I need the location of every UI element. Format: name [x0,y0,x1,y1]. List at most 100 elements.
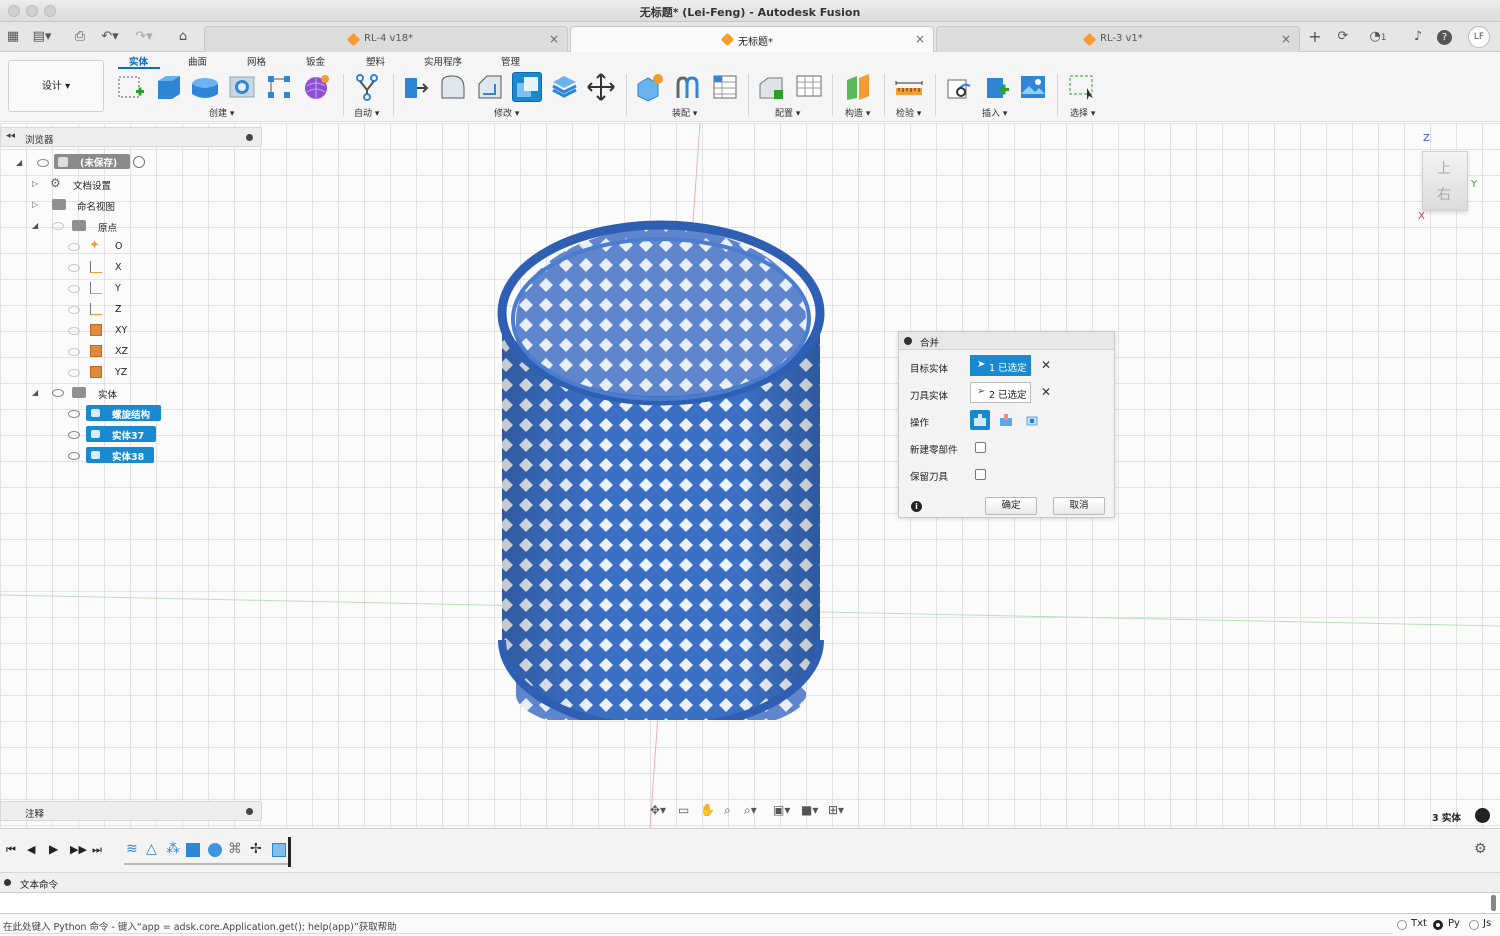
insert-derive-icon[interactable] [944,72,974,102]
pattern-feature-icon[interactable]: ⁂ [166,841,180,857]
tree-item-xz-plane[interactable]: XZ [64,343,154,361]
expand-arrow-icon[interactable]: ▷ [32,200,38,209]
cylinder-feature-icon[interactable] [208,843,222,857]
tab-sheet-metal[interactable]: 钣金 [306,54,325,68]
body-feature-icon[interactable] [186,843,200,857]
panel-options-icon[interactable] [246,134,253,141]
coil-feature-icon[interactable]: △ [146,841,157,857]
automate-icon[interactable] [352,72,382,102]
lattice-cylinder-model[interactable] [496,215,826,720]
move-body-feature-icon[interactable]: ✢ [250,841,262,857]
mode-radio-js[interactable] [1469,920,1479,930]
hole-icon[interactable] [227,72,257,102]
tab-rl3[interactable]: RL-3 v1* × [936,26,1300,52]
visibility-eye-icon[interactable] [68,452,80,460]
tab-solid[interactable]: 实体 [129,54,148,68]
zoom-icon[interactable]: ⌕ [724,803,731,818]
joint-icon[interactable] [672,72,702,102]
move-copy-icon[interactable] [586,72,616,102]
pan-hand-icon[interactable]: ✋ [700,803,715,817]
combine-icon[interactable] [512,72,542,102]
activate-radio-icon[interactable] [133,156,145,168]
hidden-eye-icon[interactable] [52,222,64,230]
tree-item-doc-settings[interactable]: ▷ ⚙ 文档设置 [32,175,172,193]
expand-arrow-icon[interactable]: ◢ [32,221,38,230]
create-form-icon[interactable] [301,72,331,102]
rectangular-pattern-icon[interactable] [264,72,294,102]
mode-radio-txt[interactable] [1397,920,1407,930]
automate-group-label[interactable]: 自动 ▾ [354,106,379,119]
tree-item-named-views[interactable]: ▷ 命名视图 [32,196,172,214]
sketch-feature-icon[interactable]: ≋ [126,841,138,857]
hidden-eye-icon[interactable] [68,243,80,251]
window-select-icon[interactable] [1067,72,1097,102]
save-icon[interactable]: ⎙ [70,28,90,46]
tool-body-selector[interactable]: ➢ 2 已选定 [970,382,1031,403]
close-tab-icon[interactable]: × [549,32,559,46]
timeline-settings-gear-icon[interactable]: ⚙ [1474,841,1487,857]
cancel-button[interactable]: 取消 [1053,497,1105,515]
undo-icon[interactable]: ↶▾ [100,28,120,46]
chamfer-icon[interactable] [475,72,505,102]
intersect-operation-icon[interactable] [1022,410,1042,430]
refresh-icon[interactable]: ⟳ [1333,28,1353,46]
tab-utilities[interactable]: 实用程序 [424,54,462,68]
tree-item-body37[interactable]: 实体37 [64,426,164,444]
visibility-eye-icon[interactable] [68,410,80,418]
collapse-dialog-icon[interactable] [904,337,912,345]
create-group-label[interactable]: 创建 ▾ [209,106,234,119]
scrollbar[interactable] [1491,895,1496,911]
app-grid-icon[interactable]: ▦ [3,28,23,46]
text-commands-header[interactable]: 文本命令 [0,872,1500,892]
hidden-eye-icon[interactable] [68,264,80,272]
home-icon[interactable]: ⌂ [173,28,193,46]
new-component-checkbox[interactable] [975,442,986,453]
tab-surface[interactable]: 曲面 [188,54,207,68]
info-icon[interactable]: i [911,501,922,512]
tree-item-bodies[interactable]: ◢ 实体 [32,384,172,402]
step-forward-icon[interactable]: ▶▶ [70,843,87,856]
grid-snaps-icon[interactable]: ■▾ [801,803,818,817]
hidden-eye-icon[interactable] [68,327,80,335]
tree-item-body-helix[interactable]: 螺旋结构 [64,405,164,423]
expand-arrow-icon[interactable]: ▷ [32,179,38,188]
fit-icon[interactable]: ⌕▾ [744,803,757,818]
job-status-icon[interactable]: ◔1 [1364,28,1392,46]
insert-canvas-icon[interactable] [1018,72,1048,102]
panel-options-icon[interactable] [246,808,253,815]
offset-plane-icon[interactable] [843,72,873,102]
viewcube-face[interactable]: 上 右 [1422,151,1468,211]
visibility-eye-icon[interactable] [37,159,49,167]
close-tab-icon[interactable]: × [915,32,925,46]
collapse-panel-icon[interactable]: ◂◂ [6,131,15,141]
go-to-end-icon[interactable]: ⏭ [92,843,102,857]
measure-icon[interactable] [894,72,924,102]
tree-item-body38[interactable]: 实体38 [64,447,164,465]
insert-mesh-icon[interactable] [981,72,1011,102]
tree-item-y-axis[interactable]: Y [64,280,154,298]
modify-group-label[interactable]: 修改 ▾ [494,106,519,119]
tree-item-yz-plane[interactable]: YZ [64,364,154,382]
tab-plastic[interactable]: 塑料 [366,54,385,68]
join-operation-icon[interactable] [970,410,990,430]
canvas-viewport[interactable]: ◂◂ 浏览器 ◢ (未保存) ▷ ⚙ 文档设置 ▷ 命名视图 ◢ 原点 ✦ O … [0,123,1500,828]
expand-arrow-icon[interactable]: ◢ [32,388,38,397]
file-menu-icon[interactable]: ▤▾ [32,28,52,46]
inspect-group-label[interactable]: 检验 ▾ [896,106,921,119]
tree-item-origin-point[interactable]: ✦ O [64,238,154,256]
tree-item-xy-plane[interactable]: XY [64,322,154,340]
hidden-eye-icon[interactable] [68,306,80,314]
visibility-eye-icon[interactable] [68,431,80,439]
tab-rl4[interactable]: RL-4 v18* × [204,26,568,52]
select-group-label[interactable]: 选择 ▾ [1070,106,1095,119]
expand-arrow-icon[interactable]: ◢ [16,158,22,167]
construct-group-label[interactable]: 构造 ▾ [845,106,870,119]
tab-mesh[interactable]: 网格 [247,54,266,68]
workspace-switcher[interactable]: 设计 ▾ [8,60,104,112]
step-back-icon[interactable]: ◀ [27,843,35,856]
bill-of-materials-icon[interactable] [710,72,740,102]
visibility-eye-icon[interactable] [52,389,64,397]
keep-tools-checkbox[interactable] [975,469,986,480]
command-input[interactable]: 在此处键入 Python 命令 - 键入“app = adsk.core.App… [0,916,1393,934]
tab-manage[interactable]: 管理 [501,54,520,68]
